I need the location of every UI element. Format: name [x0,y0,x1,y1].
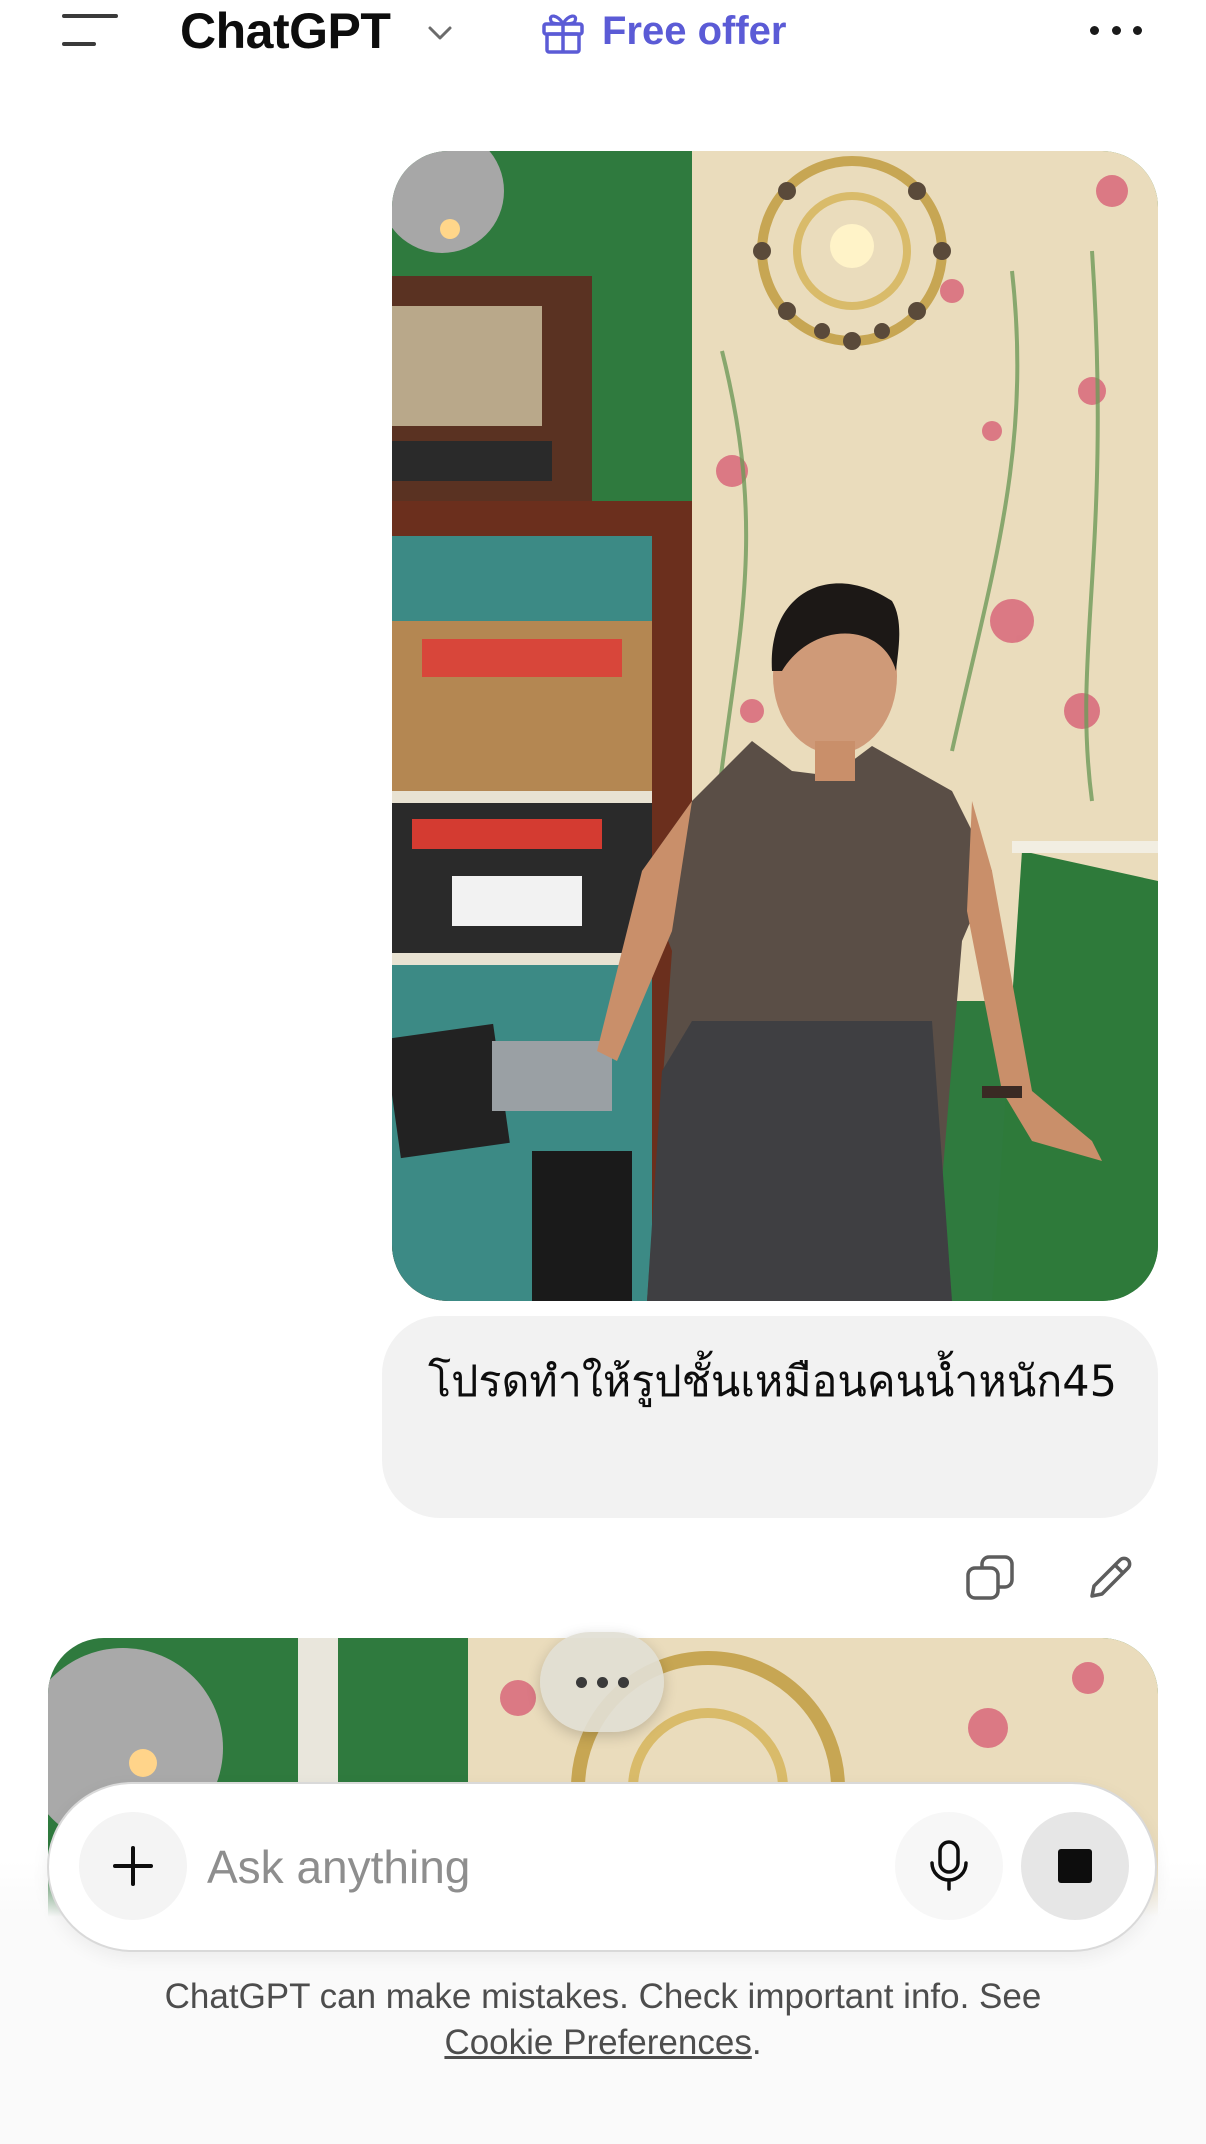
chevron-down-icon[interactable] [425,18,455,48]
microphone-icon [930,1840,968,1891]
uploaded-photo[interactable] [392,151,1158,1301]
top-bar: ChatGPT Free offer [0,0,1206,80]
free-offer-button[interactable]: Free offer [538,0,787,62]
attach-button[interactable] [79,1812,187,1920]
disclaimer-text: ChatGPT can make mistakes. Check importa… [164,1977,1042,2016]
menu-icon[interactable] [62,12,118,52]
generating-indicator [540,1632,664,1732]
user-message-bubble: โปรดทำให้รูปชั้นเหมือนคนน้ำหนัก45 [382,1316,1158,1518]
cookie-preferences-link[interactable]: Cookie Preferences [444,2023,751,2062]
voice-input-button[interactable] [895,1812,1003,1920]
more-icon[interactable] [1090,20,1142,40]
message-input[interactable] [207,1824,887,1910]
gift-icon [542,14,584,54]
plus-icon [113,1846,153,1886]
disclaimer: ChatGPT can make mistakes. Check importa… [60,1974,1146,2066]
disclaimer-end: . [751,2023,762,2062]
stop-generating-button[interactable] [1021,1812,1129,1920]
composer [47,1782,1157,1952]
photo-illustration [392,151,1158,1301]
free-offer-label: Free offer [602,8,787,53]
copy-icon[interactable] [962,1550,1018,1606]
user-message-text: โปรดทำให้รูปชั้นเหมือนคนน้ำหนัก45 [428,1357,1118,1407]
stop-icon [1058,1849,1092,1883]
edit-icon[interactable] [1082,1550,1138,1606]
model-selector-title[interactable]: ChatGPT [180,0,391,62]
